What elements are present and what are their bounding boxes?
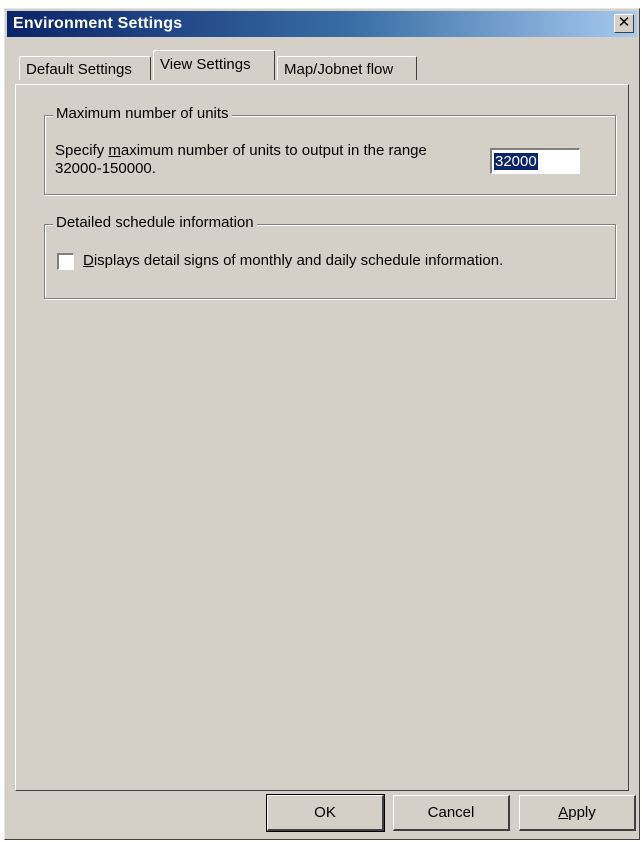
tab-label: Map/Jobnet flow <box>284 61 394 78</box>
tab-label: Default Settings <box>26 61 132 78</box>
desc-text: aximum number of units to output in the … <box>120 142 427 159</box>
max-units-description: Specify maximum number of units to outpu… <box>55 142 427 178</box>
ok-label: OK <box>314 804 336 821</box>
tab-panel-view-settings: Maximum number of units Specify maximum … <box>15 84 629 791</box>
apply-mnemonic: A <box>558 804 569 821</box>
detail-signs-label[interactable]: Displays detail signs of monthly and dai… <box>83 252 503 269</box>
label-text: isplays detail signs of monthly and dail… <box>93 252 504 269</box>
desc-text: Specify <box>55 142 109 159</box>
max-units-value: 32000 <box>494 153 538 170</box>
environment-settings-dialog: Environment Settings ✕ Default Settings … <box>4 8 640 840</box>
apply-label: pply <box>568 804 596 821</box>
tab-label: View Settings <box>160 56 251 73</box>
tab-default-settings[interactable]: Default Settings <box>19 56 151 80</box>
window-title: Environment Settings <box>13 15 183 32</box>
cancel-button[interactable]: Cancel <box>393 795 510 831</box>
max-units-input[interactable]: 32000 <box>490 148 580 174</box>
desc-mnemonic: m <box>108 142 121 159</box>
tab-map-jobnet-flow[interactable]: Map/Jobnet flow <box>277 56 417 80</box>
close-button[interactable]: ✕ <box>614 14 634 33</box>
cancel-label: Cancel <box>427 804 475 821</box>
group-title: Detailed schedule information <box>53 214 257 231</box>
apply-button[interactable]: Apply <box>519 795 636 831</box>
detail-signs-checkbox[interactable] <box>57 253 74 270</box>
schedule-info-group: Detailed schedule information Displays d… <box>44 214 616 299</box>
ok-button[interactable]: OK <box>266 794 385 832</box>
group-title: Maximum number of units <box>53 105 232 122</box>
label-mnemonic: D <box>83 252 94 269</box>
close-icon: ✕ <box>617 14 631 31</box>
title-bar[interactable]: Environment Settings ✕ <box>7 11 637 37</box>
tab-view-settings[interactable]: View Settings <box>153 50 275 80</box>
max-units-group: Maximum number of units Specify maximum … <box>44 105 616 195</box>
desc-range: 32000-150000. <box>55 160 156 177</box>
